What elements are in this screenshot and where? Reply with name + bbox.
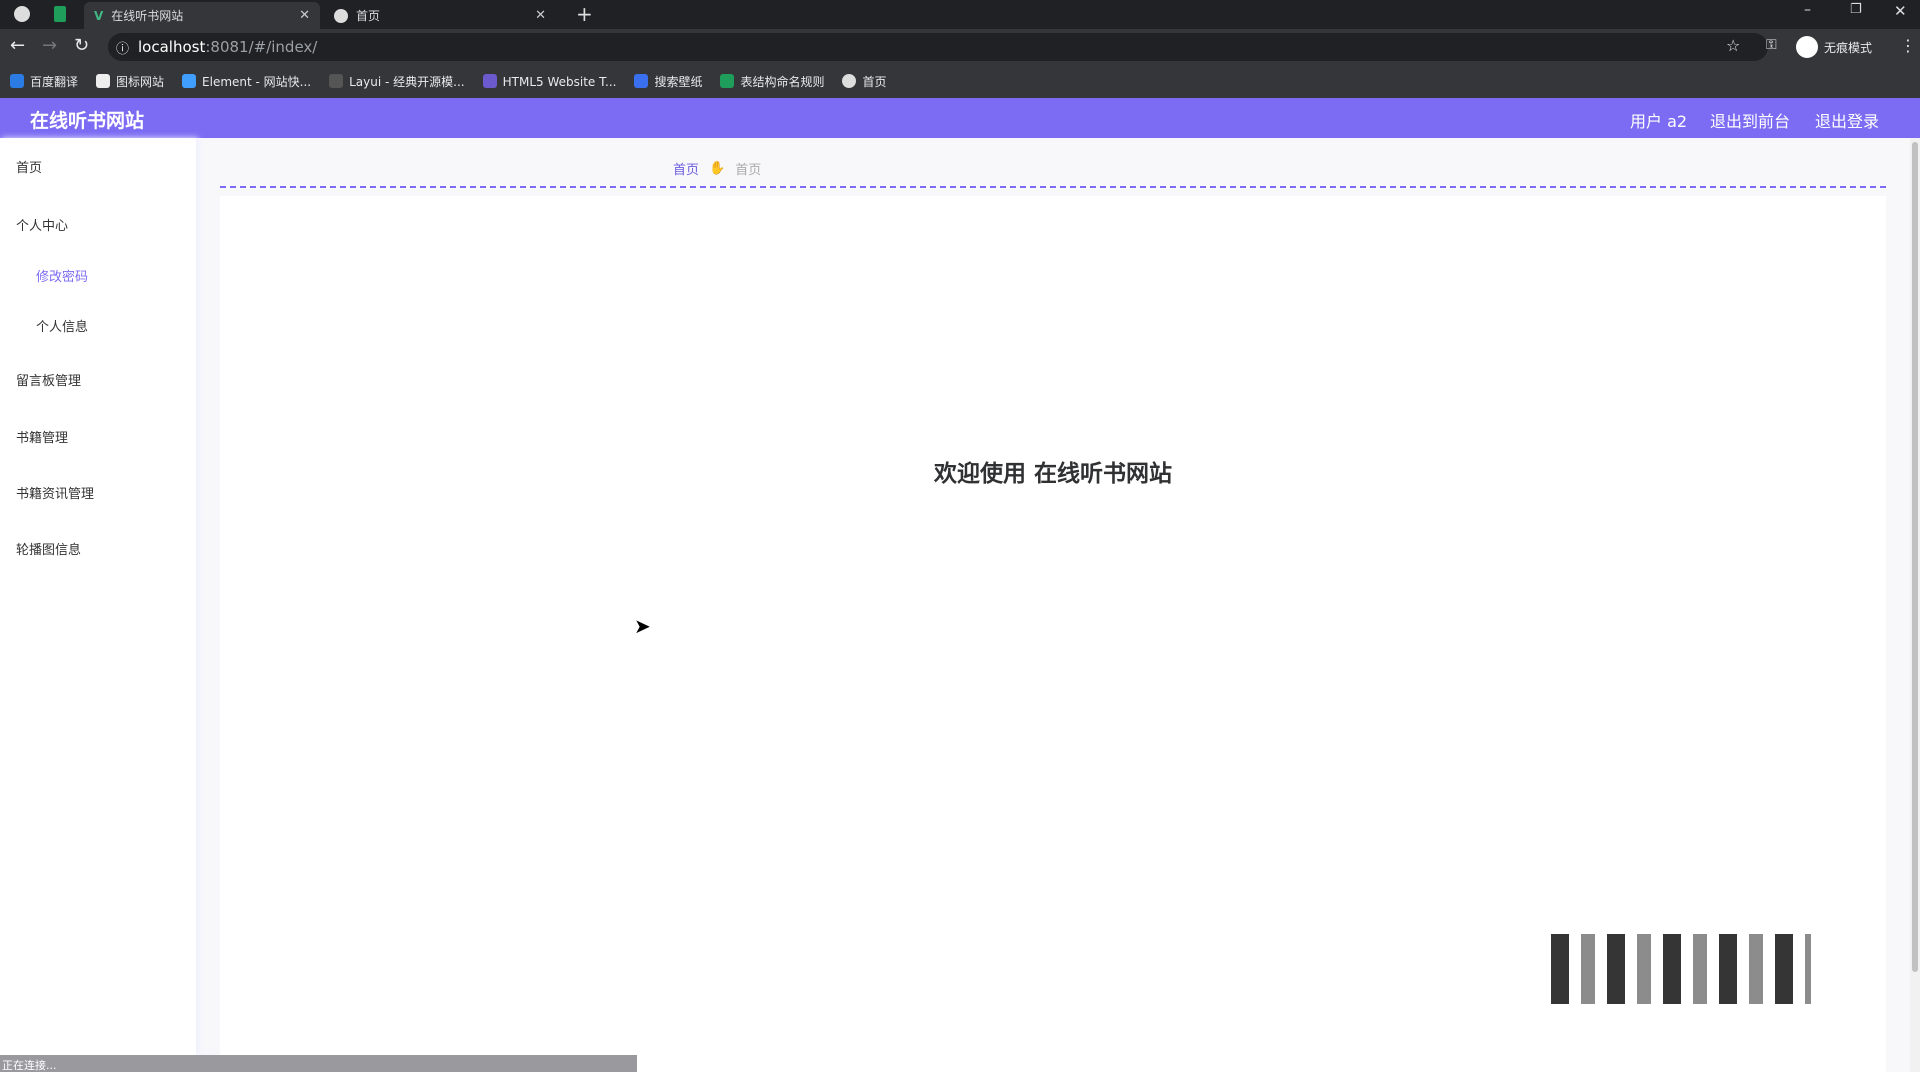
breadcrumb-home[interactable]: 首页 (673, 159, 699, 178)
back-icon[interactable]: ← (10, 35, 25, 56)
bookmark-label: 搜索壁纸 (654, 74, 703, 89)
tab-active[interactable]: V 在线听书网站 ✕ (84, 2, 320, 29)
wallpaper-icon (634, 73, 649, 88)
bookmark-label: Element - 网站快... (202, 74, 312, 89)
bookmark[interactable]: 首页 (842, 73, 887, 90)
incognito-button[interactable]: 无痕模式 (1796, 35, 1872, 59)
divider (220, 186, 1886, 188)
mouse-cursor-icon: ➤ (634, 614, 651, 638)
layui-icon (329, 73, 344, 88)
bookmark-icon (10, 73, 24, 88)
menu-icon[interactable]: ⋮ (1900, 36, 1916, 55)
vue-icon: V (94, 8, 104, 23)
star-icon[interactable]: ☆ (1726, 36, 1740, 55)
incognito-icon (1796, 36, 1818, 58)
sheets-icon[interactable] (54, 6, 66, 22)
sidebar-item-change-password[interactable]: 修改密码 (36, 266, 88, 285)
tab-title: 首页 (356, 9, 381, 23)
bookmark-label: HTML5 Website T... (502, 74, 617, 89)
html5-icon (482, 73, 497, 88)
browser-tab-bar: V 在线听书网站 ✕ 首页 ✕ + – ❐ ✕ (0, 0, 1920, 29)
bookmark-label: 首页 (862, 74, 887, 89)
tab[interactable]: 首页 ✕ (324, 2, 556, 29)
bookmark[interactable]: 图标网站 (96, 73, 164, 90)
incognito-label: 无痕模式 (1824, 40, 1873, 55)
welcome-heading: 欢迎使用 在线听书网站 (933, 461, 1172, 487)
info-icon: ⓘ (116, 42, 130, 57)
flag-icon (96, 73, 111, 88)
bookmark[interactable]: Element - 网站快... (182, 73, 311, 90)
sidebar-item-book-news[interactable]: 书籍资讯管理 (16, 483, 94, 502)
reload-icon[interactable]: ↻ (74, 35, 89, 56)
bookmark-label: Layui - 经典开源模... (349, 74, 465, 89)
close-window-button[interactable]: ✕ (1894, 2, 1907, 20)
sidebar-item-personal-info[interactable]: 个人信息 (36, 316, 88, 335)
sidebar-item-home[interactable]: 首页 (16, 157, 42, 176)
restore-button[interactable]: ❐ (1850, 2, 1862, 17)
tab-title: 在线听书网站 (111, 9, 184, 23)
sheets-icon (720, 73, 735, 88)
sidebar: 首页 个人中心 修改密码 个人信息 留言板管理 书籍管理 书籍资讯管理 轮播图信… (0, 138, 196, 1055)
bookmark[interactable]: 搜索壁纸 (634, 73, 702, 90)
sidebar-item-message-board[interactable]: 留言板管理 (16, 370, 81, 389)
user-label: 用户 a2 (1630, 112, 1688, 131)
app-header: 在线听书网站 用户 a2 退出到前台 退出登录 (0, 98, 1920, 138)
url-path: :8081/#/index/ (205, 38, 318, 56)
forward-icon[interactable]: → (42, 35, 57, 56)
bookmark-label: 图标网站 (116, 74, 165, 89)
minimize-button[interactable]: – (1804, 2, 1811, 18)
qr-code-image (1551, 934, 1811, 1004)
bookmark[interactable]: 百度翻译 (10, 73, 78, 90)
app-title: 在线听书网站 (30, 110, 145, 132)
sidebar-item-personal-center[interactable]: 个人中心 (16, 215, 68, 234)
bookmark-label: 百度翻译 (30, 74, 79, 89)
status-bar: 正在连接... (0, 1055, 637, 1072)
url-input[interactable]: ⓘ localhost:8081/#/index/ ☆ (108, 33, 1768, 61)
breadcrumb-current: 首页 (735, 163, 762, 178)
globe-icon (14, 6, 30, 22)
breadcrumb: 首页 ✋ 首页 (673, 159, 761, 178)
bookmark-label: 表结构命名规则 (740, 74, 825, 89)
hand-icon: ✋ (709, 161, 726, 176)
key-icon[interactable]: ⚿ (1766, 37, 1777, 53)
scrollbar[interactable] (1910, 138, 1920, 1072)
scrollbar-thumb[interactable] (1912, 142, 1918, 972)
element-icon (182, 73, 197, 88)
main-area: 首页 ✋ 首页 欢迎使用 在线听书网站 (196, 138, 1910, 1072)
sidebar-item-books[interactable]: 书籍管理 (16, 427, 68, 446)
close-tab-icon[interactable]: ✕ (535, 8, 546, 23)
globe-icon (842, 73, 857, 88)
bookmark[interactable]: HTML5 Website T... (482, 73, 617, 89)
sidebar-item-carousel[interactable]: 轮播图信息 (16, 539, 81, 558)
bookmarks-bar: 百度翻译 图标网站 Element - 网站快... Layui - 经典开源模… (0, 64, 1920, 98)
bookmark[interactable]: 表结构命名规则 (720, 73, 824, 90)
exit-to-front-link[interactable]: 退出到前台 (1710, 108, 1790, 132)
globe-icon (334, 8, 348, 23)
close-tab-icon[interactable]: ✕ (299, 8, 310, 23)
logout-link[interactable]: 退出登录 (1815, 108, 1879, 132)
new-tab-button[interactable]: + (576, 2, 593, 26)
bookmark[interactable]: Layui - 经典开源模... (329, 73, 465, 90)
url-host: localhost (138, 38, 206, 56)
